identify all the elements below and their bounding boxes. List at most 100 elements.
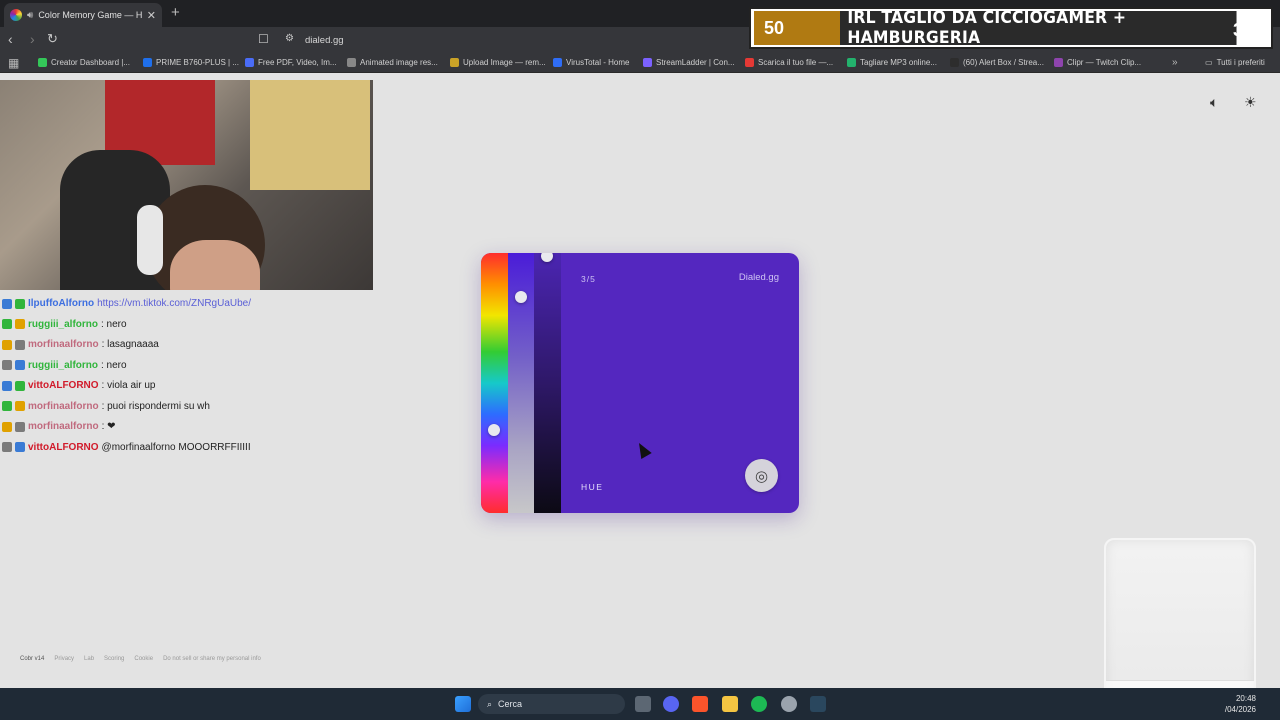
- saturation-slider-handle[interactable]: [515, 291, 527, 304]
- chat-text: @morfinaalforno MOOORRFFIIIII: [101, 441, 251, 453]
- new-tab-icon[interactable]: +: [171, 4, 180, 21]
- bookmark-item[interactable]: Animated image res...: [347, 58, 438, 67]
- browser-tab[interactable]: 🔊︎ Color Memory Game — How ✕: [4, 3, 162, 27]
- search-placeholder: Cerca: [498, 699, 523, 709]
- spotify-icon[interactable]: [751, 696, 767, 712]
- chat-username: morfinaalforno: [28, 400, 99, 412]
- bookmark-item[interactable]: PRIME B760-PLUS | ...: [143, 58, 239, 67]
- chat-username: IlpuffoAlforno: [28, 298, 95, 309]
- chat-username: vittoALFORNO: [28, 380, 99, 391]
- chat-message: IlpuffoAlforno https://vm.tiktok.com/ZNRg…: [2, 298, 251, 309]
- bookmark-label: Creator Dashboard |...: [51, 58, 131, 67]
- chat-username: ruggiii_alforno: [28, 318, 98, 330]
- bookmark-label: Animated image res...: [360, 58, 438, 67]
- webcam-overlay: [0, 80, 373, 290]
- footer-link[interactable]: Privacy: [54, 656, 74, 662]
- footer-link[interactable]: Scoring: [104, 656, 124, 662]
- submit-button[interactable]: ◎: [745, 459, 778, 492]
- bookmark-favicon-icon: [143, 58, 152, 67]
- footer-link[interactable]: Cookie: [134, 656, 153, 662]
- chat-text: : nero: [101, 318, 127, 330]
- speaker-icon[interactable]: 🔈︎: [1210, 94, 1218, 111]
- chat-username: morfinaalforno: [28, 339, 99, 350]
- address-bar[interactable]: dialed.gg: [305, 35, 344, 46]
- bookmark-item[interactable]: VirusTotal - Home: [553, 58, 629, 67]
- chat-text: : ❤: [101, 421, 116, 432]
- chat-username: vittoALFORNO: [28, 441, 99, 453]
- speaker-icon[interactable]: 🔊︎: [27, 10, 33, 21]
- bookmark-item[interactable]: (60) Alert Box / Strea...: [950, 58, 1044, 67]
- banner-title: IRL TAGLIO DA CICCIOGAMER + HAMBURGERIA: [840, 8, 1237, 48]
- chat-badge-icon: [15, 319, 25, 329]
- folder-icon: ▭: [1205, 58, 1213, 67]
- bookmark-item[interactable]: StreamLadder | Con...: [643, 58, 735, 67]
- steam-icon[interactable]: [810, 696, 826, 712]
- forward-icon[interactable]: ›: [30, 31, 35, 47]
- chat-badge-icon: [2, 319, 12, 329]
- clock-time: 20:48: [1235, 694, 1256, 703]
- app-icon[interactable]: [781, 696, 797, 712]
- chat-badge-icon: [2, 421, 12, 432]
- close-icon[interactable]: ✕: [147, 9, 156, 22]
- sun-icon[interactable]: ☀︎: [1244, 94, 1257, 111]
- taskbar-search[interactable]: ⌕ Cerca: [478, 694, 625, 714]
- bookmark-favicon-icon: [450, 58, 459, 67]
- lightness-slider[interactable]: [534, 253, 561, 513]
- bookmark-item[interactable]: Scarica il tuo file —...: [745, 58, 833, 67]
- footer-link[interactable]: Lab: [84, 656, 94, 662]
- chat-text: : nero: [101, 359, 127, 371]
- chat-username: morfinaalforno: [28, 421, 99, 432]
- bookmark-label: StreamLadder | Con...: [656, 58, 735, 67]
- all-bookmarks-folder[interactable]: ▭ Tutti i preferiti: [1205, 58, 1265, 67]
- page-footer: Cobr v14 Privacy Lab Scoring Cookie Do not se…: [20, 656, 261, 662]
- file-explorer-icon[interactable]: [722, 696, 738, 712]
- chat-message: ruggiii_alforno: nero: [2, 360, 127, 371]
- bookmark-label: Upload Image — rem...: [463, 58, 546, 67]
- discord-icon[interactable]: [663, 696, 679, 712]
- bookmark-icon[interactable]: ☐: [258, 32, 269, 46]
- chat-badge-icon: [15, 298, 25, 309]
- chat-badge-icon: [15, 380, 25, 391]
- footer-link: Cobr v14: [20, 656, 45, 662]
- mode-label: HUE: [581, 482, 604, 492]
- bookmark-label: Free PDF, Video, Im...: [258, 58, 337, 67]
- banner-current: 50: [754, 11, 840, 45]
- back-icon[interactable]: ‹: [8, 31, 13, 47]
- lightness-slider-handle[interactable]: [541, 253, 553, 262]
- bookmark-favicon-icon: [643, 58, 652, 67]
- all-bookmarks-label: Tutti i preferiti: [1216, 58, 1265, 67]
- chat-text: : puoi rispondermi su wh: [101, 400, 210, 412]
- chat-text: https://vm.tiktok.com/ZNRgUaUbe/: [97, 298, 252, 309]
- target-icon: ◎: [754, 467, 769, 485]
- bookmark-favicon-icon: [553, 58, 562, 67]
- saturation-slider[interactable]: [508, 253, 534, 513]
- apps-grid-icon[interactable]: ▦: [8, 56, 19, 70]
- hue-slider[interactable]: [481, 253, 508, 513]
- chat-badge-icon: [2, 401, 12, 411]
- bookmark-item[interactable]: Free PDF, Video, Im...: [245, 58, 337, 67]
- chat-badge-icon: [15, 442, 25, 452]
- task-view-icon[interactable]: [635, 696, 651, 712]
- more-bookmarks-icon[interactable]: »: [1172, 57, 1178, 68]
- bookmark-item[interactable]: Tagliare MP3 online...: [847, 58, 937, 67]
- taskbar-clock[interactable]: 20:48 /04/2026: [1225, 693, 1256, 715]
- chat-message: morfinaalforno: ❤: [2, 421, 116, 432]
- hue-slider-handle[interactable]: [488, 423, 500, 436]
- tab-title: Color Memory Game — How: [38, 10, 142, 20]
- bookmark-item[interactable]: Upload Image — rem...: [450, 58, 546, 67]
- bookmark-item[interactable]: Creator Dashboard |...: [38, 58, 130, 67]
- reload-icon[interactable]: ↻: [47, 31, 58, 47]
- site-settings-icon[interactable]: ⚙: [285, 33, 294, 44]
- glass-overlay: [1104, 538, 1256, 708]
- bookmark-favicon-icon: [245, 58, 254, 67]
- chat-badge-icon: [15, 360, 25, 370]
- color-game-card: 3/5 Dialed.gg HUE ◎: [481, 253, 799, 513]
- chat-badge-icon: [2, 380, 12, 391]
- chat-badge-icon: [15, 339, 25, 350]
- footer-link[interactable]: Do not sell or share my personal info: [163, 656, 261, 662]
- chat-badge-icon: [2, 298, 12, 309]
- browser-icon[interactable]: [692, 696, 708, 712]
- start-icon[interactable]: [455, 696, 471, 712]
- bookmark-item[interactable]: Clipr — Twitch Clip...: [1054, 58, 1141, 67]
- round-progress: 3/5: [581, 274, 596, 284]
